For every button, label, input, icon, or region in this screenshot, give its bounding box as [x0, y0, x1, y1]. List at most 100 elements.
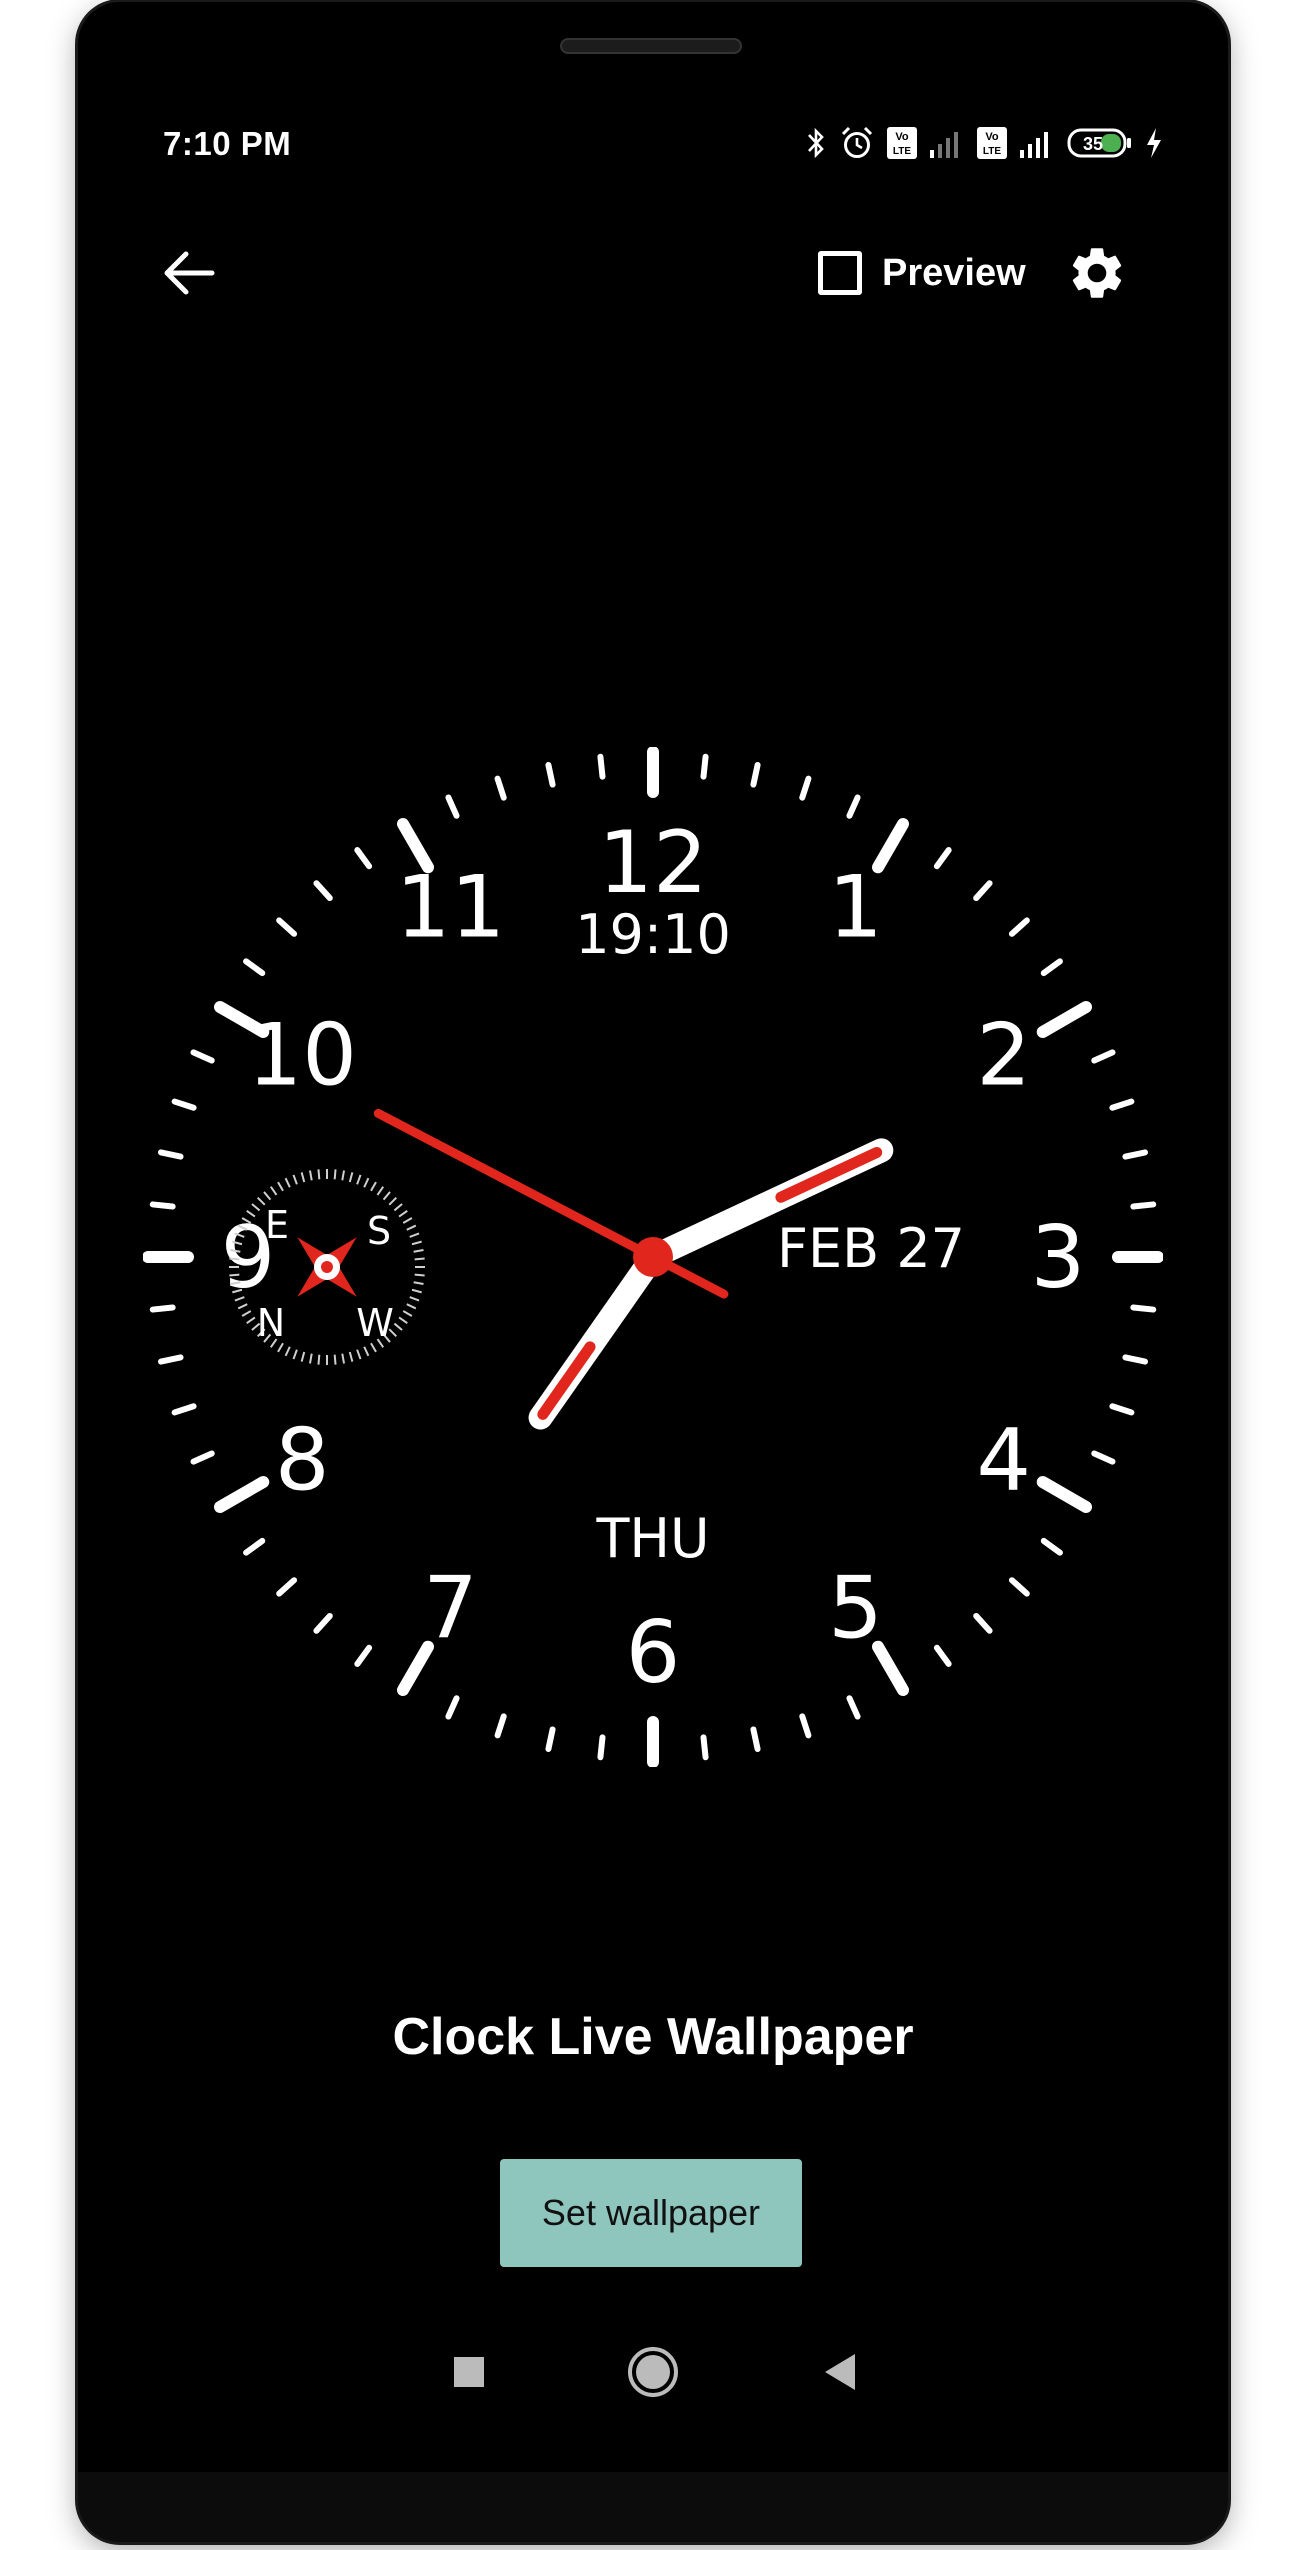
clock-tick: [1091, 1450, 1116, 1465]
clock-tick: [354, 847, 373, 870]
clock-tick: [750, 761, 761, 788]
compass-tick: [284, 1346, 291, 1357]
compass-tick: [393, 1203, 403, 1212]
compass-tick: [406, 1224, 417, 1231]
svg-text:Vo: Vo: [985, 131, 999, 143]
battery-icon: 35: [1067, 128, 1131, 158]
compass-tick: [292, 1349, 298, 1360]
svg-text:Vo: Vo: [895, 131, 909, 143]
clock-tick: [1122, 1354, 1149, 1365]
compass-hub-dot: [321, 1261, 333, 1273]
volte-icon: Vo LTE: [977, 127, 1007, 159]
clock-tick: [149, 1304, 176, 1313]
compass-tick: [246, 1316, 256, 1325]
preview-toggle[interactable]: Preview: [818, 240, 1026, 306]
compass-tick: [388, 1196, 398, 1206]
clock-tick: [1008, 917, 1030, 937]
phone-frame: 7:10 PM Vo LTE Vo LTE 35 Preview 12 1 2 …: [78, 2, 1228, 2542]
clock-face: 12 1234567891011 19:10 FEB 27 THU E SN W: [142, 746, 1164, 1768]
compass-tick: [333, 1169, 337, 1180]
clock-tick: [846, 794, 861, 819]
clock-tick: [276, 1577, 298, 1597]
charging-icon: [1147, 128, 1161, 158]
square-icon: [454, 2357, 484, 2387]
clock-tick: [190, 1450, 215, 1465]
clock-tick: [700, 753, 709, 780]
clock-tick: [799, 775, 812, 801]
compass-tick: [363, 1346, 370, 1357]
home-button[interactable]: [613, 2332, 693, 2412]
compass-tick: [414, 1273, 425, 1277]
clock-tick: [171, 1403, 197, 1416]
compass-tick: [229, 1273, 240, 1277]
clock-tick: [243, 958, 266, 977]
compass-tick: [263, 1191, 272, 1201]
signal-icon: [930, 132, 958, 158]
compass-tick: [406, 1303, 417, 1310]
settings-button[interactable]: [1061, 237, 1133, 309]
status-bar: 7:10 PM Vo LTE Vo LTE 35: [163, 117, 1163, 167]
clock-tick: [973, 1612, 993, 1634]
compass-tick: [229, 1257, 240, 1261]
clock-tick: [700, 1734, 709, 1761]
clock-tick: [354, 1644, 373, 1667]
compass-label: N: [257, 1301, 285, 1345]
clock-numeral: 4: [976, 1411, 1031, 1511]
clock-tick: [190, 1049, 215, 1064]
compass-tick: [370, 1181, 377, 1192]
clock-tick: [1036, 1001, 1093, 1038]
set-wallpaper-button[interactable]: Set wallpaper: [500, 2159, 802, 2267]
volte-icon: Vo LTE: [887, 127, 917, 159]
hour-hand: [528, 1245, 665, 1430]
svg-text:LTE: LTE: [983, 146, 1001, 157]
compass-tick: [356, 1174, 362, 1185]
compass-tick: [363, 1177, 370, 1188]
top-bar: Preview: [78, 232, 1228, 312]
clock-numeral: 3: [1031, 1208, 1086, 1308]
compass-tick: [317, 1169, 321, 1180]
compass-tick: [376, 1186, 385, 1196]
preview-checkbox[interactable]: [818, 251, 862, 295]
analog-clock: 12 1 2 3 4 5 6 7 8 9 10 11 19:10 FEB 27 THU ESNW: [142, 746, 1164, 1768]
compass-label: E: [265, 1203, 289, 1247]
compass-tick: [413, 1281, 424, 1286]
clock-tick: [313, 1612, 333, 1634]
clock-numeral: 12: [598, 813, 707, 913]
clock-numeral: 5: [828, 1559, 883, 1659]
compass-tick: [411, 1288, 422, 1294]
clock-tick: [846, 1695, 861, 1720]
clock-tick: [933, 847, 952, 870]
preview-label: Preview: [882, 251, 1026, 294]
clock-tick: [1109, 1098, 1135, 1111]
clock-tick: [1130, 1304, 1157, 1313]
clock-center-cap: [633, 1237, 673, 1277]
recents-button[interactable]: [429, 2332, 509, 2412]
compass-tick: [409, 1296, 420, 1302]
circle-icon: [628, 2347, 678, 2397]
nav-back-button[interactable]: [800, 2332, 880, 2412]
clock-tick: [313, 880, 333, 902]
clock-tick: [494, 775, 507, 801]
alarm-icon: [841, 126, 873, 158]
compass-tick: [300, 1172, 306, 1183]
clock-tick: [750, 1726, 761, 1753]
compass-tick: [348, 1351, 354, 1362]
clock-tick: [445, 794, 460, 819]
svg-text:LTE: LTE: [893, 146, 911, 157]
clock-numeral: 1: [828, 857, 883, 957]
clock-tick: [545, 1726, 556, 1753]
triangle-back-icon: [825, 2354, 855, 2390]
compass-tick: [398, 1209, 408, 1218]
clock-tick: [157, 1149, 184, 1160]
back-button[interactable]: [156, 240, 222, 306]
clock-tick: [799, 1713, 812, 1739]
phone-chin: [78, 2472, 1228, 2542]
date-label: FEB 27: [777, 1217, 965, 1280]
compass-tick: [413, 1248, 424, 1253]
clock-tick: [171, 1098, 197, 1111]
compass-tick: [409, 1232, 420, 1238]
clock-tick: [1036, 1476, 1093, 1513]
compass-tick: [341, 1170, 346, 1181]
compass-tick: [300, 1351, 306, 1362]
clock-tick: [157, 1354, 184, 1365]
